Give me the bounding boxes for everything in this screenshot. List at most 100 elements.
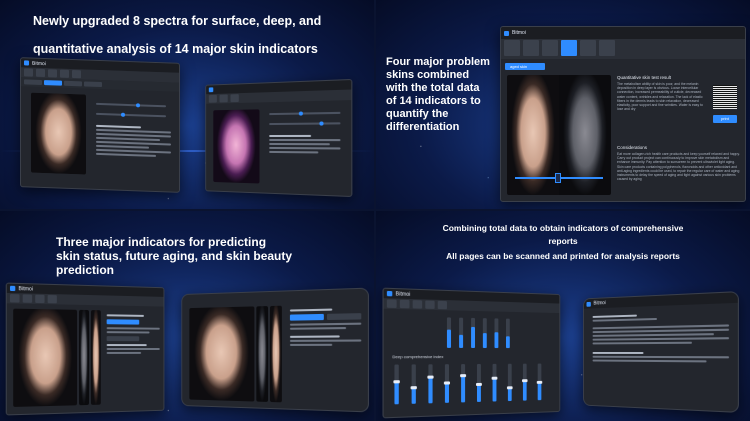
chart-icon[interactable] xyxy=(47,294,57,304)
report-icon[interactable] xyxy=(437,300,447,310)
panel-four-problem-skins: Four major problem skins combined with t… xyxy=(376,0,750,209)
tab-spectrum-2[interactable] xyxy=(44,80,62,86)
deep-index-bar xyxy=(506,363,513,402)
heading-line: differentiation xyxy=(386,121,460,133)
chart-icon[interactable] xyxy=(425,300,435,309)
logo-icon xyxy=(504,30,509,36)
tab-aged-skin-label: aged skin xyxy=(510,64,528,69)
result-text xyxy=(96,124,171,160)
camera-icon[interactable] xyxy=(208,94,217,103)
comprehensive-label: Deep comprehensive index xyxy=(392,354,444,360)
logo-icon xyxy=(9,285,16,292)
qr-code-icon xyxy=(713,85,737,109)
heading-block: Three major indicators for predicting sk… xyxy=(56,235,292,277)
chart-icon[interactable] xyxy=(60,69,69,78)
camera-icon[interactable] xyxy=(386,299,397,308)
face-icon[interactable] xyxy=(22,294,33,303)
gear-icon[interactable] xyxy=(72,70,81,79)
logo-icon xyxy=(208,87,214,93)
layers-icon[interactable] xyxy=(48,69,57,78)
headline-line-1: Newly upgraded 8 spectra for surface, de… xyxy=(33,14,322,28)
camera-icon[interactable] xyxy=(9,294,20,303)
heading-block: Four major problem skins combined with t… xyxy=(386,56,516,134)
report-icon[interactable] xyxy=(599,40,615,56)
headline-line-2: quantitative analysis of 14 major skin i… xyxy=(33,42,318,56)
considerations-section: Considerations Eat more collagen-rich he… xyxy=(617,145,741,181)
index-bar xyxy=(482,318,487,349)
indicator-slider[interactable] xyxy=(269,121,341,126)
logo-icon xyxy=(24,60,29,66)
face-split-image xyxy=(507,75,611,195)
toolbar xyxy=(501,39,745,59)
heading-line: of 14 indicators to xyxy=(386,95,481,107)
tab-spectrum-3[interactable] xyxy=(64,80,82,87)
prediction-list xyxy=(106,314,160,356)
result-text xyxy=(269,134,341,156)
app-window-beauty xyxy=(181,287,370,413)
problem-skin-icon[interactable] xyxy=(561,40,577,56)
heading-line: with the total data xyxy=(386,82,480,94)
app-name: Bitmoi xyxy=(512,30,526,36)
headline-line-3: All pages can be scanned and printed for… xyxy=(446,251,680,261)
app-window-uv xyxy=(205,78,353,198)
app-window-report: Bitmoi aged skin Quantitative skin test … xyxy=(500,26,746,202)
face-icon[interactable] xyxy=(219,94,228,103)
deep-index-bar xyxy=(536,363,543,401)
heading-line: quantify the xyxy=(386,108,449,120)
tab-spectrum-1[interactable] xyxy=(24,79,42,85)
heading-line: prediction xyxy=(56,263,115,277)
section2-title: Considerations xyxy=(617,145,648,150)
indicator-slider[interactable] xyxy=(96,112,166,118)
face-strip xyxy=(270,305,282,403)
print-button-label: print xyxy=(721,116,729,121)
app-window-prediction: Bitmoi xyxy=(5,282,165,416)
headline-line-2: reports xyxy=(548,236,578,246)
layers-icon[interactable] xyxy=(35,294,45,304)
chart-icon[interactable] xyxy=(580,40,596,56)
section1-title: Quantitative skin test result xyxy=(617,75,672,80)
face-icon[interactable] xyxy=(36,68,45,78)
section1-text: The metabolism ability of skin is poor, … xyxy=(617,82,703,112)
face-image xyxy=(189,306,255,402)
camera-icon[interactable] xyxy=(504,40,520,56)
index-bar xyxy=(459,317,464,348)
face-icon[interactable] xyxy=(399,299,410,309)
scale-marker[interactable] xyxy=(555,173,561,183)
deep-index-bar xyxy=(476,363,482,402)
app-name: Bitmoi xyxy=(593,300,606,307)
app-window-analysis: Bitmoi xyxy=(20,57,180,193)
headline-line-1: Combining total data to obtain indicator… xyxy=(442,223,684,233)
deep-index-bar xyxy=(460,364,467,403)
title-bar: Bitmoi xyxy=(501,27,745,39)
print-button[interactable]: print xyxy=(713,115,737,123)
heading-line: skin status, future aging, and skin beau… xyxy=(56,249,293,263)
section2-text: Eat more collagen-rich health care produ… xyxy=(617,152,740,182)
layers-icon[interactable] xyxy=(542,40,558,56)
tab-aged-skin[interactable]: aged skin xyxy=(505,63,545,70)
app-name: Bitmoi xyxy=(395,290,411,298)
deep-index-bar xyxy=(443,364,451,403)
deep-index-bar xyxy=(393,364,400,405)
indicator-slider[interactable] xyxy=(96,102,166,108)
index-bar xyxy=(471,317,476,348)
face-strip xyxy=(256,306,269,402)
heading-line: Four major problem xyxy=(386,56,490,68)
deep-index-bar xyxy=(491,363,498,402)
face-image xyxy=(13,308,78,407)
logo-icon xyxy=(386,290,393,297)
panel-eight-spectra: Newly upgraded 8 spectra for surface, de… xyxy=(0,0,374,209)
layers-icon[interactable] xyxy=(412,300,423,309)
deep-index-bar xyxy=(410,364,417,404)
face-icon[interactable] xyxy=(523,40,539,56)
logo-icon xyxy=(586,301,591,307)
tab-spectrum-4[interactable] xyxy=(84,81,102,88)
heading-line: Three major indicators for predicting xyxy=(56,235,267,249)
index-bar xyxy=(446,317,452,348)
camera-icon[interactable] xyxy=(24,68,33,77)
app-name: Bitmoi xyxy=(32,60,46,67)
indicator-slider[interactable] xyxy=(269,111,341,116)
face-image xyxy=(31,92,86,175)
deep-index-bar xyxy=(521,363,528,401)
layers-icon[interactable] xyxy=(230,94,239,103)
panel-comprehensive-report: Combining total data to obtain indicator… xyxy=(376,211,750,421)
